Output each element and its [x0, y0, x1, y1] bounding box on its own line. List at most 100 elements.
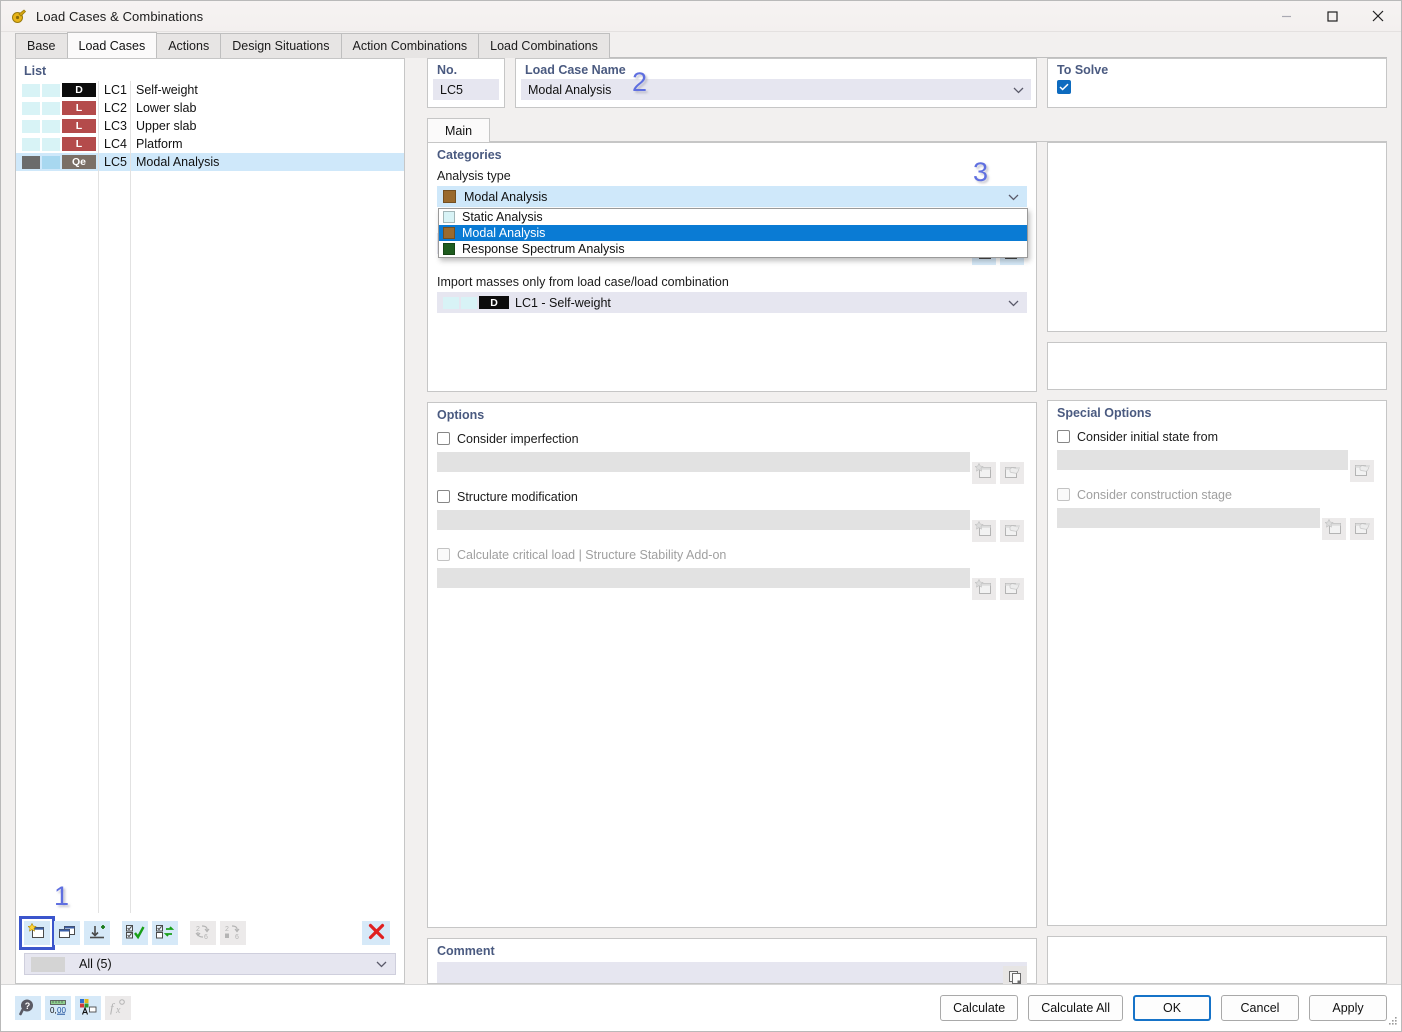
- tab-design-situations[interactable]: Design Situations: [220, 33, 342, 58]
- option-color-swatch: [443, 211, 455, 223]
- analysis-type-dropdown[interactable]: Modal Analysis: [437, 186, 1027, 207]
- import-masses-dropdown[interactable]: D LC1 - Self-weight: [437, 292, 1027, 313]
- settings-button[interactable]: [75, 996, 101, 1020]
- categories-caption: Categories: [437, 148, 502, 162]
- special-option-checkbox[interactable]: [1057, 430, 1070, 443]
- edit-structure-modification-button: [1000, 520, 1024, 542]
- copy-load-case-button[interactable]: [54, 921, 80, 945]
- option-label: Structure modification: [457, 490, 578, 504]
- renumber-swap-icon: 2 6: [194, 924, 212, 943]
- option-checkbox-row[interactable]: Structure modification: [428, 484, 1036, 504]
- tab-label: Actions: [168, 39, 210, 53]
- side-column: Special Options Consider initial state f…: [1047, 142, 1387, 984]
- load-case-number-input[interactable]: LC5: [433, 79, 499, 100]
- option-checkbox[interactable]: [437, 432, 450, 445]
- analysis-type-option[interactable]: Static Analysis: [439, 209, 1027, 225]
- edit-window-hand-icon: [1353, 461, 1371, 481]
- decimal-places-icon: 0, 00: [49, 998, 67, 1019]
- apply-button[interactable]: Apply: [1309, 995, 1387, 1021]
- tab-label: Action Combinations: [352, 39, 468, 53]
- special-option-buttons: [1322, 518, 1374, 540]
- import-masses-value: LC1 - Self-weight: [515, 295, 611, 310]
- no-caption: No.: [437, 63, 458, 77]
- new-window-star-icon: [1324, 518, 1343, 539]
- import-plus-icon: [88, 924, 106, 943]
- renumber-button: 2 6: [190, 921, 216, 945]
- detail-area: No. LC5 Load Case Name Modal Analysis 2 …: [427, 58, 1387, 988]
- load-case-name-input[interactable]: Modal Analysis: [521, 79, 1031, 100]
- calculate-all-button[interactable]: Calculate All: [1028, 995, 1123, 1021]
- edit-imperfection-button: [1000, 462, 1024, 484]
- chevron-down-icon: [1013, 83, 1024, 97]
- load-case-list[interactable]: D LC1 Self-weight L LC2 Lower slab L LC3 Upper s…: [16, 81, 404, 913]
- tab-action-combinations[interactable]: Action Combinations: [340, 33, 480, 58]
- to-solve-caption: To Solve: [1057, 63, 1109, 77]
- special-options-caption: Special Options: [1057, 406, 1152, 420]
- load-case-row[interactable]: L LC2 Lower slab: [16, 99, 404, 117]
- option-checkbox[interactable]: [437, 490, 450, 503]
- to-solve-checkbox[interactable]: [1057, 80, 1071, 94]
- chevron-down-icon: [376, 957, 387, 971]
- new-window-star-icon: [974, 462, 993, 483]
- copy-windows-icon: [58, 924, 76, 943]
- invert-selection-button[interactable]: [152, 921, 178, 945]
- title-bar: Load Cases & Combinations: [1, 1, 1401, 32]
- option-row: Consider imperfection: [428, 426, 1036, 484]
- option-buttons: [972, 578, 1024, 600]
- button-label: Apply: [1332, 1001, 1364, 1015]
- row-color-chip-2: [42, 83, 60, 97]
- help-button[interactable]: ?: [15, 996, 41, 1020]
- select-all-button[interactable]: [122, 921, 148, 945]
- analysis-type-value: Modal Analysis: [464, 189, 548, 204]
- row-badge: L: [62, 101, 96, 115]
- close-icon[interactable]: [1355, 1, 1401, 32]
- tab-main[interactable]: Main: [427, 118, 491, 142]
- options-group: Options Consider imperfection Structure …: [427, 402, 1037, 928]
- option-checkbox-row[interactable]: Consider imperfection: [428, 426, 1036, 446]
- maximize-icon[interactable]: [1309, 1, 1355, 32]
- lock-yellow-icon: [11, 8, 27, 24]
- ok-button[interactable]: OK: [1133, 995, 1211, 1021]
- special-options-list: Consider initial state from Consider con…: [1048, 424, 1386, 540]
- load-case-row[interactable]: L LC3 Upper slab: [16, 117, 404, 135]
- tab-base[interactable]: Base: [15, 33, 68, 58]
- delete-load-case-button[interactable]: [362, 921, 390, 945]
- resize-grip[interactable]: [1387, 1015, 1398, 1029]
- calculate-button[interactable]: Calculate: [940, 995, 1019, 1021]
- list-filter-dropdown[interactable]: All (5): [24, 953, 396, 975]
- tab-load-combinations[interactable]: Load Combinations: [478, 33, 610, 58]
- marker-2: 2: [632, 67, 648, 97]
- special-option-row: Consider initial state from: [1048, 424, 1386, 482]
- row-color-chip-1: [22, 137, 40, 151]
- button-label: Cancel: [1240, 1001, 1280, 1015]
- load-case-row[interactable]: Qe LC5 Modal Analysis: [16, 153, 404, 171]
- analysis-type-color-swatch: [443, 190, 456, 203]
- special-option-checkbox-row[interactable]: Consider initial state from: [1048, 424, 1386, 444]
- analysis-type-option[interactable]: Response Spectrum Analysis: [439, 241, 1027, 257]
- analysis-type-option[interactable]: Modal Analysis: [439, 225, 1027, 241]
- special-option-row: Consider construction stage: [1048, 482, 1386, 540]
- row-color-chip-2: [42, 119, 60, 133]
- question-magnifier-icon: ?: [19, 998, 37, 1019]
- load-case-name-value: Modal Analysis: [528, 82, 612, 97]
- option-value-field: [437, 510, 970, 530]
- minimize-icon[interactable]: [1263, 1, 1309, 32]
- units-button[interactable]: 0, 00: [45, 996, 71, 1020]
- load-case-row[interactable]: L LC4 Platform: [16, 135, 404, 153]
- import-load-case-button[interactable]: [84, 921, 110, 945]
- analysis-type-dropdown-popup[interactable]: Static Analysis Modal Analysis Response Sp…: [438, 208, 1028, 258]
- option-value-field: [437, 568, 970, 588]
- header-row: No. LC5 Load Case Name Modal Analysis 2 …: [427, 58, 1387, 108]
- special-option-label: Consider construction stage: [1077, 488, 1232, 502]
- tab-load-cases[interactable]: Load Cases: [66, 32, 158, 58]
- main-tab-bar: Base Load Cases Actions Design Situations Ac…: [1, 32, 1401, 58]
- new-load-case-button[interactable]: [19, 916, 55, 950]
- load-case-list-panel: List D LC1 Self-weight L LC2 Lower slab L LC3 Up…: [15, 58, 405, 984]
- svg-text:0,: 0,: [50, 1006, 57, 1015]
- comment-input[interactable]: [437, 962, 1027, 983]
- load-case-row[interactable]: D LC1 Self-weight: [16, 81, 404, 99]
- cancel-button[interactable]: Cancel: [1221, 995, 1299, 1021]
- option-label: Modal Analysis: [462, 226, 546, 240]
- tab-actions[interactable]: Actions: [156, 33, 222, 58]
- window-title: Load Cases & Combinations: [36, 8, 204, 24]
